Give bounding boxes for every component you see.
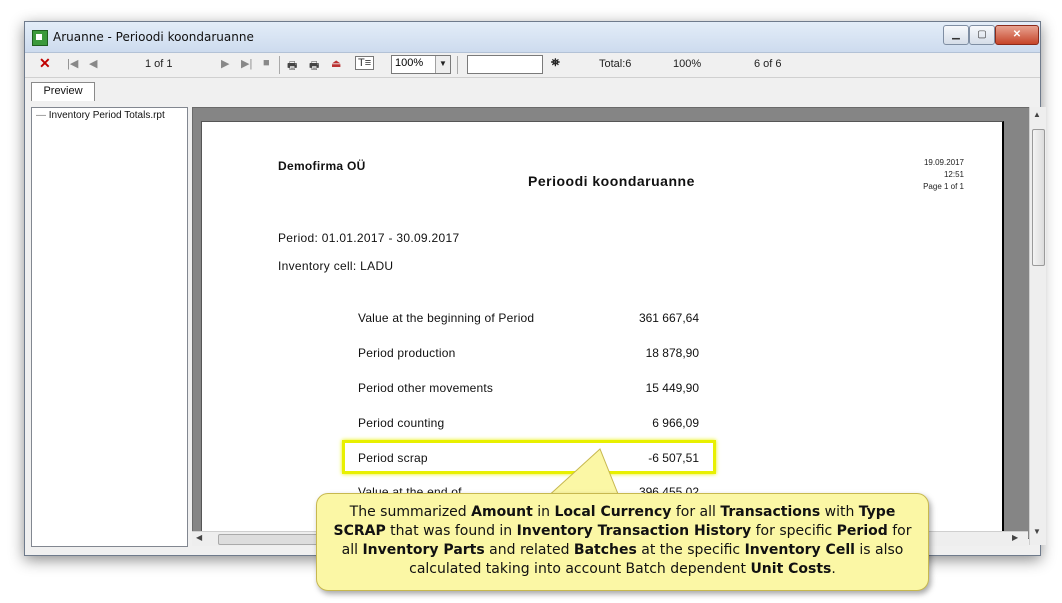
previous-page-icon[interactable]: ◀ [89,57,97,70]
group-tree: Inventory Period Totals.rpt [31,107,188,547]
window-title: Aruanne - Perioodi koondaruanne [53,30,254,44]
report-window: Aruanne - Perioodi koondaruanne ▁ ▢ ✕ ✕ … [24,21,1046,556]
app-icon [32,30,48,46]
zoom-select[interactable]: 100% ▼ [391,55,451,74]
report-time: 12:51 [943,170,964,179]
tab-preview[interactable]: Preview [31,82,95,101]
group-tree-icon[interactable]: T≡ [355,56,375,70]
chevron-down-icon: ▼ [435,56,450,73]
scroll-down-icon[interactable]: ▼ [1033,527,1041,536]
scroll-left-icon[interactable]: ◀ [196,533,202,542]
row-label: Value at the beginning of Period [358,311,535,325]
report-preview: Demofirma OÜ Perioodi koondaruanne 19.09… [192,107,1030,539]
close-button[interactable]: ✕ [995,25,1039,45]
row-value: 6 966,09 [652,416,699,430]
period-line: Period: 01.01.2017 - 30.09.2017 [278,231,460,245]
report-meta: 19.09.2017 12:51 Page 1 of 1 [923,157,964,193]
total-records: Total:6 [599,58,632,70]
report-page: Demofirma OÜ Perioodi koondaruanne 19.09… [201,121,1004,538]
report-date: 19.09.2017 [923,158,964,167]
close-report-icon[interactable]: ✕ [39,55,51,72]
page-indicator: 1 of 1 [145,58,173,70]
row-value: 18 878,90 [645,346,699,360]
scroll-thumb[interactable] [1032,129,1045,266]
inventory-cell-line: Inventory cell: LADU [278,259,394,273]
search-input[interactable] [467,55,543,74]
print-icon[interactable]: 🖶 [287,57,297,76]
next-page-icon[interactable]: ▶ [221,57,229,70]
first-page-icon[interactable]: |◀ [67,57,78,70]
last-page-icon[interactable]: ▶| [241,57,252,70]
callout: The summarized Amount in Local Currency … [316,493,929,591]
row-value: -6 507,51 [648,451,699,465]
row-label: Period scrap [358,451,428,465]
stop-icon[interactable]: ■ [263,57,270,69]
report-page-number: Page 1 of 1 [923,182,964,191]
print-setup-icon[interactable]: 🖶 [309,57,319,76]
binoculars-icon[interactable]: ⛯ [551,57,560,70]
report-title: Perioodi koondaruanne [528,173,695,189]
scroll-right-icon[interactable]: ▶ [1012,533,1018,542]
company-name: Demofirma OÜ [278,159,366,173]
row-value: 361 667,64 [638,311,699,325]
row-label: Period other movements [358,381,494,395]
row-label: Period production [358,346,456,360]
record-count: 6 of 6 [754,58,782,70]
report-toolbar: ✕ |◀ ◀ 1 of 1 ▶ ▶| ■ 🖶 🖶 ⏏ T≡ 100% ▼ ⛯ T… [25,53,1040,78]
minimize-button[interactable]: ▁ [943,25,969,45]
toolbar-separator [279,56,280,74]
row-value: 15 449,90 [645,381,699,395]
scroll-up-icon[interactable]: ▲ [1033,110,1041,119]
maximize-button[interactable]: ▢ [969,25,995,45]
title-bar[interactable]: Aruanne - Perioodi koondaruanne ▁ ▢ ✕ [25,22,1040,53]
row-label: Period counting [358,416,445,430]
tree-item-report[interactable]: Inventory Period Totals.rpt [36,110,165,121]
callout-text: The summarized Amount in Local Currency … [333,504,912,577]
export-icon[interactable]: ⏏ [331,57,341,70]
zoom-percent: 100% [673,58,702,70]
tab-bar: Preview [25,80,1040,101]
toolbar-separator [457,56,458,74]
vertical-scrollbar[interactable]: ▲ ▼ [1029,107,1046,545]
